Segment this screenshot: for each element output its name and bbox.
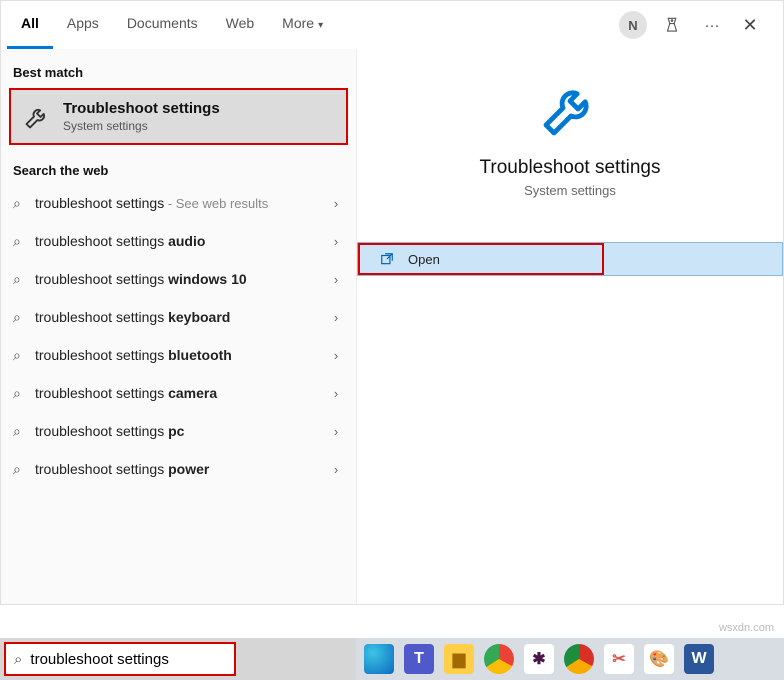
filter-tabs: All Apps Documents Web More▾ N ··· ✕ — [1, 1, 783, 49]
search-icon: ⌕ — [13, 347, 35, 364]
open-label: Open — [408, 252, 440, 267]
taskbar-word-icon[interactable]: W — [684, 644, 714, 674]
wrench-icon — [23, 103, 51, 131]
tab-apps[interactable]: Apps — [53, 1, 113, 49]
search-bar-strip: ⌕ — [0, 638, 356, 680]
taskbar-chrome-icon[interactable] — [484, 644, 514, 674]
web-results-label: Search the web — [1, 147, 356, 184]
action-row: Open — [357, 242, 783, 276]
search-icon: ⌕ — [13, 385, 35, 402]
chevron-right-icon: › — [328, 234, 344, 249]
web-result[interactable]: ⌕ troubleshoot settings audio › — [1, 222, 356, 260]
search-icon: ⌕ — [13, 271, 35, 288]
web-result[interactable]: ⌕ troubleshoot settings bluetooth › — [1, 336, 356, 374]
search-icon: ⌕ — [13, 309, 35, 326]
tab-documents[interactable]: Documents — [113, 1, 212, 49]
rewards-icon[interactable] — [663, 16, 685, 34]
taskbar: T ▆ ✱ ✂ 🎨 W — [356, 638, 784, 680]
chevron-right-icon: › — [328, 196, 344, 211]
watermark: wsxdn.com — [719, 622, 774, 634]
search-icon: ⌕ — [13, 233, 35, 250]
preview-pane: Troubleshoot settings System settings Op… — [357, 49, 783, 604]
chevron-down-icon: ▾ — [318, 20, 323, 31]
results-list: Best match Troubleshoot settings System … — [1, 49, 357, 604]
tab-web[interactable]: Web — [212, 1, 269, 49]
taskbar-edge-icon[interactable] — [364, 644, 394, 674]
taskbar-paint-icon[interactable]: 🎨 — [644, 644, 674, 674]
taskbar-teams-icon[interactable]: T — [404, 644, 434, 674]
tab-all[interactable]: All — [7, 1, 53, 49]
best-match-label: Best match — [1, 49, 356, 86]
tab-more[interactable]: More▾ — [268, 1, 337, 49]
wrench-icon — [538, 77, 602, 141]
open-button[interactable]: Open — [358, 243, 604, 275]
best-match-subtitle: System settings — [63, 119, 220, 133]
search-icon: ⌕ — [13, 195, 35, 212]
chevron-right-icon: › — [328, 348, 344, 363]
preview-subtitle: System settings — [524, 183, 616, 198]
best-match-item[interactable]: Troubleshoot settings System settings — [9, 88, 348, 145]
taskbar-explorer-icon[interactable]: ▆ — [444, 644, 474, 674]
web-result[interactable]: ⌕ troubleshoot settings power › — [1, 450, 356, 488]
avatar[interactable]: N — [619, 11, 647, 39]
taskbar-chrome-canary-icon[interactable] — [564, 644, 594, 674]
web-result[interactable]: ⌕ troubleshoot settings - See web result… — [1, 184, 356, 222]
search-box[interactable]: ⌕ — [4, 642, 236, 676]
search-icon: ⌕ — [13, 423, 35, 440]
more-icon[interactable]: ··· — [701, 17, 723, 34]
chevron-right-icon: › — [328, 424, 344, 439]
chevron-right-icon: › — [328, 386, 344, 401]
header-right: N ··· ✕ — [619, 11, 777, 39]
web-result[interactable]: ⌕ troubleshoot settings pc › — [1, 412, 356, 450]
taskbar-slack-icon[interactable]: ✱ — [524, 644, 554, 674]
best-match-title: Troubleshoot settings — [63, 100, 220, 117]
open-icon — [380, 252, 394, 266]
taskbar-snip-icon[interactable]: ✂ — [604, 644, 634, 674]
chevron-right-icon: › — [328, 462, 344, 477]
chevron-right-icon: › — [328, 272, 344, 287]
chevron-right-icon: › — [328, 310, 344, 325]
search-panel: All Apps Documents Web More▾ N ··· ✕ Bes… — [0, 0, 784, 605]
search-icon: ⌕ — [14, 651, 22, 668]
search-input[interactable] — [30, 651, 229, 668]
web-result[interactable]: ⌕ troubleshoot settings windows 10 › — [1, 260, 356, 298]
close-icon[interactable]: ✕ — [739, 15, 761, 36]
web-result[interactable]: ⌕ troubleshoot settings keyboard › — [1, 298, 356, 336]
web-result[interactable]: ⌕ troubleshoot settings camera › — [1, 374, 356, 412]
preview-title: Troubleshoot settings — [480, 157, 661, 179]
search-icon: ⌕ — [13, 461, 35, 478]
